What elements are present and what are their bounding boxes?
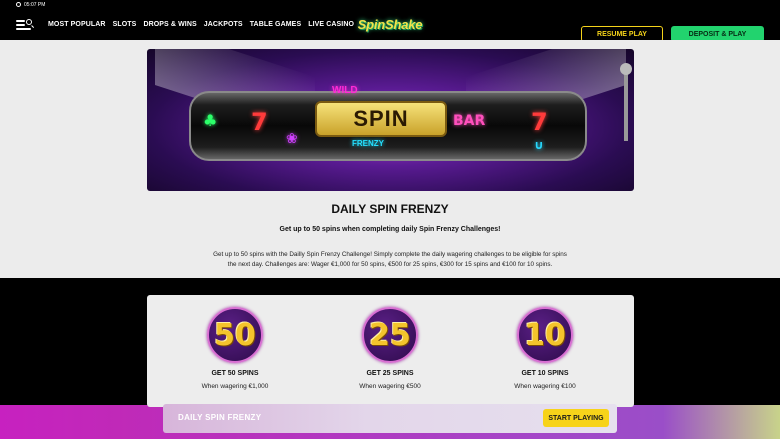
prize-number: 25 — [369, 317, 411, 353]
nav-jackpots[interactable]: JACKPOTS — [204, 21, 243, 28]
hero-title-panel: SPIN — [315, 101, 447, 137]
horseshoe-icon: ∪ — [534, 138, 544, 152]
site-logo[interactable]: SpinShake — [350, 14, 430, 35]
logo-text: SpinShake — [357, 17, 423, 32]
prize-item: 25 GET 25 SPINS When wagering €500 — [330, 307, 450, 390]
status-time: 05:07 PM — [24, 1, 46, 8]
prize-title: GET 50 SPINS — [211, 370, 259, 377]
nav-live-casino[interactable]: LIVE CASINO — [308, 21, 354, 28]
status-bar: 05:07 PM — [0, 0, 780, 9]
prize-number: 10 — [524, 317, 566, 353]
main-nav: MOST POPULAR SLOTS DROPS & WINS JACKPOTS… — [48, 9, 354, 40]
prize-item: 10 GET 10 SPINS When wagering €100 — [485, 307, 605, 390]
prize-card: 50 GET 50 SPINS When wagering €1,000 25 … — [147, 295, 634, 407]
clock-icon — [16, 2, 21, 7]
prize-condition: When wagering €1,000 — [201, 383, 269, 390]
medal-50-icon: 50 — [207, 307, 263, 363]
promo-section: 7 ♣ ❀ BAR 7 ∪ WILD SPIN FRENZY DAILY SPI… — [0, 40, 780, 278]
medal-25-icon: 25 — [362, 307, 418, 363]
clover-icon: ♣ — [203, 111, 218, 130]
medal-10-icon: 10 — [517, 307, 573, 363]
hero-wild-text: WILD — [332, 85, 358, 96]
site-header: MOST POPULAR SLOTS DROPS & WINS JACKPOTS… — [0, 9, 780, 42]
promo-description: Get up to 50 spins with the Dailly Spin … — [213, 251, 567, 268]
nav-most-popular[interactable]: MOST POPULAR — [48, 21, 106, 28]
hamburger-line — [16, 24, 25, 26]
prize-title: GET 25 SPINS — [366, 370, 414, 377]
promo-hero-image: 7 ♣ ❀ BAR 7 ∪ WILD SPIN FRENZY — [147, 49, 634, 191]
prize-item: 50 GET 50 SPINS When wagering €1,000 — [175, 307, 295, 390]
search-icon — [26, 19, 32, 25]
prize-condition: When wagering €100 — [514, 383, 576, 390]
promo-subtitle: Get up to 50 spins when completing daily… — [279, 226, 501, 233]
nav-table-games[interactable]: TABLE GAMES — [250, 21, 302, 28]
reel-symbol: 7 — [531, 108, 548, 136]
hero-title-text: SPIN — [353, 106, 409, 131]
page-title: DAILY SPIN FRENZY — [331, 202, 449, 216]
reel-symbol: 7 — [251, 108, 268, 136]
prize-title: GET 10 SPINS — [521, 370, 569, 377]
hero-frenzy-text: FRENZY — [352, 139, 384, 148]
sticky-promo-label: DAILY SPIN FRENZY — [178, 413, 262, 422]
menu-search-button[interactable] — [16, 19, 32, 31]
hamburger-icon — [16, 20, 25, 22]
grapes-icon: ❀ — [286, 131, 298, 147]
hamburger-line — [16, 28, 31, 30]
prize-condition: When wagering €500 — [359, 383, 421, 390]
nav-drops-wins[interactable]: DROPS & WINS — [143, 21, 196, 28]
sticky-promo-bar: DAILY SPIN FRENZY START PLAYING — [163, 404, 617, 433]
slot-lever — [620, 63, 632, 141]
prize-number: 50 — [214, 317, 256, 353]
reel-symbol: BAR — [453, 113, 486, 129]
start-playing-button[interactable]: START PLAYING — [543, 409, 609, 427]
nav-slots[interactable]: SLOTS — [113, 21, 137, 28]
